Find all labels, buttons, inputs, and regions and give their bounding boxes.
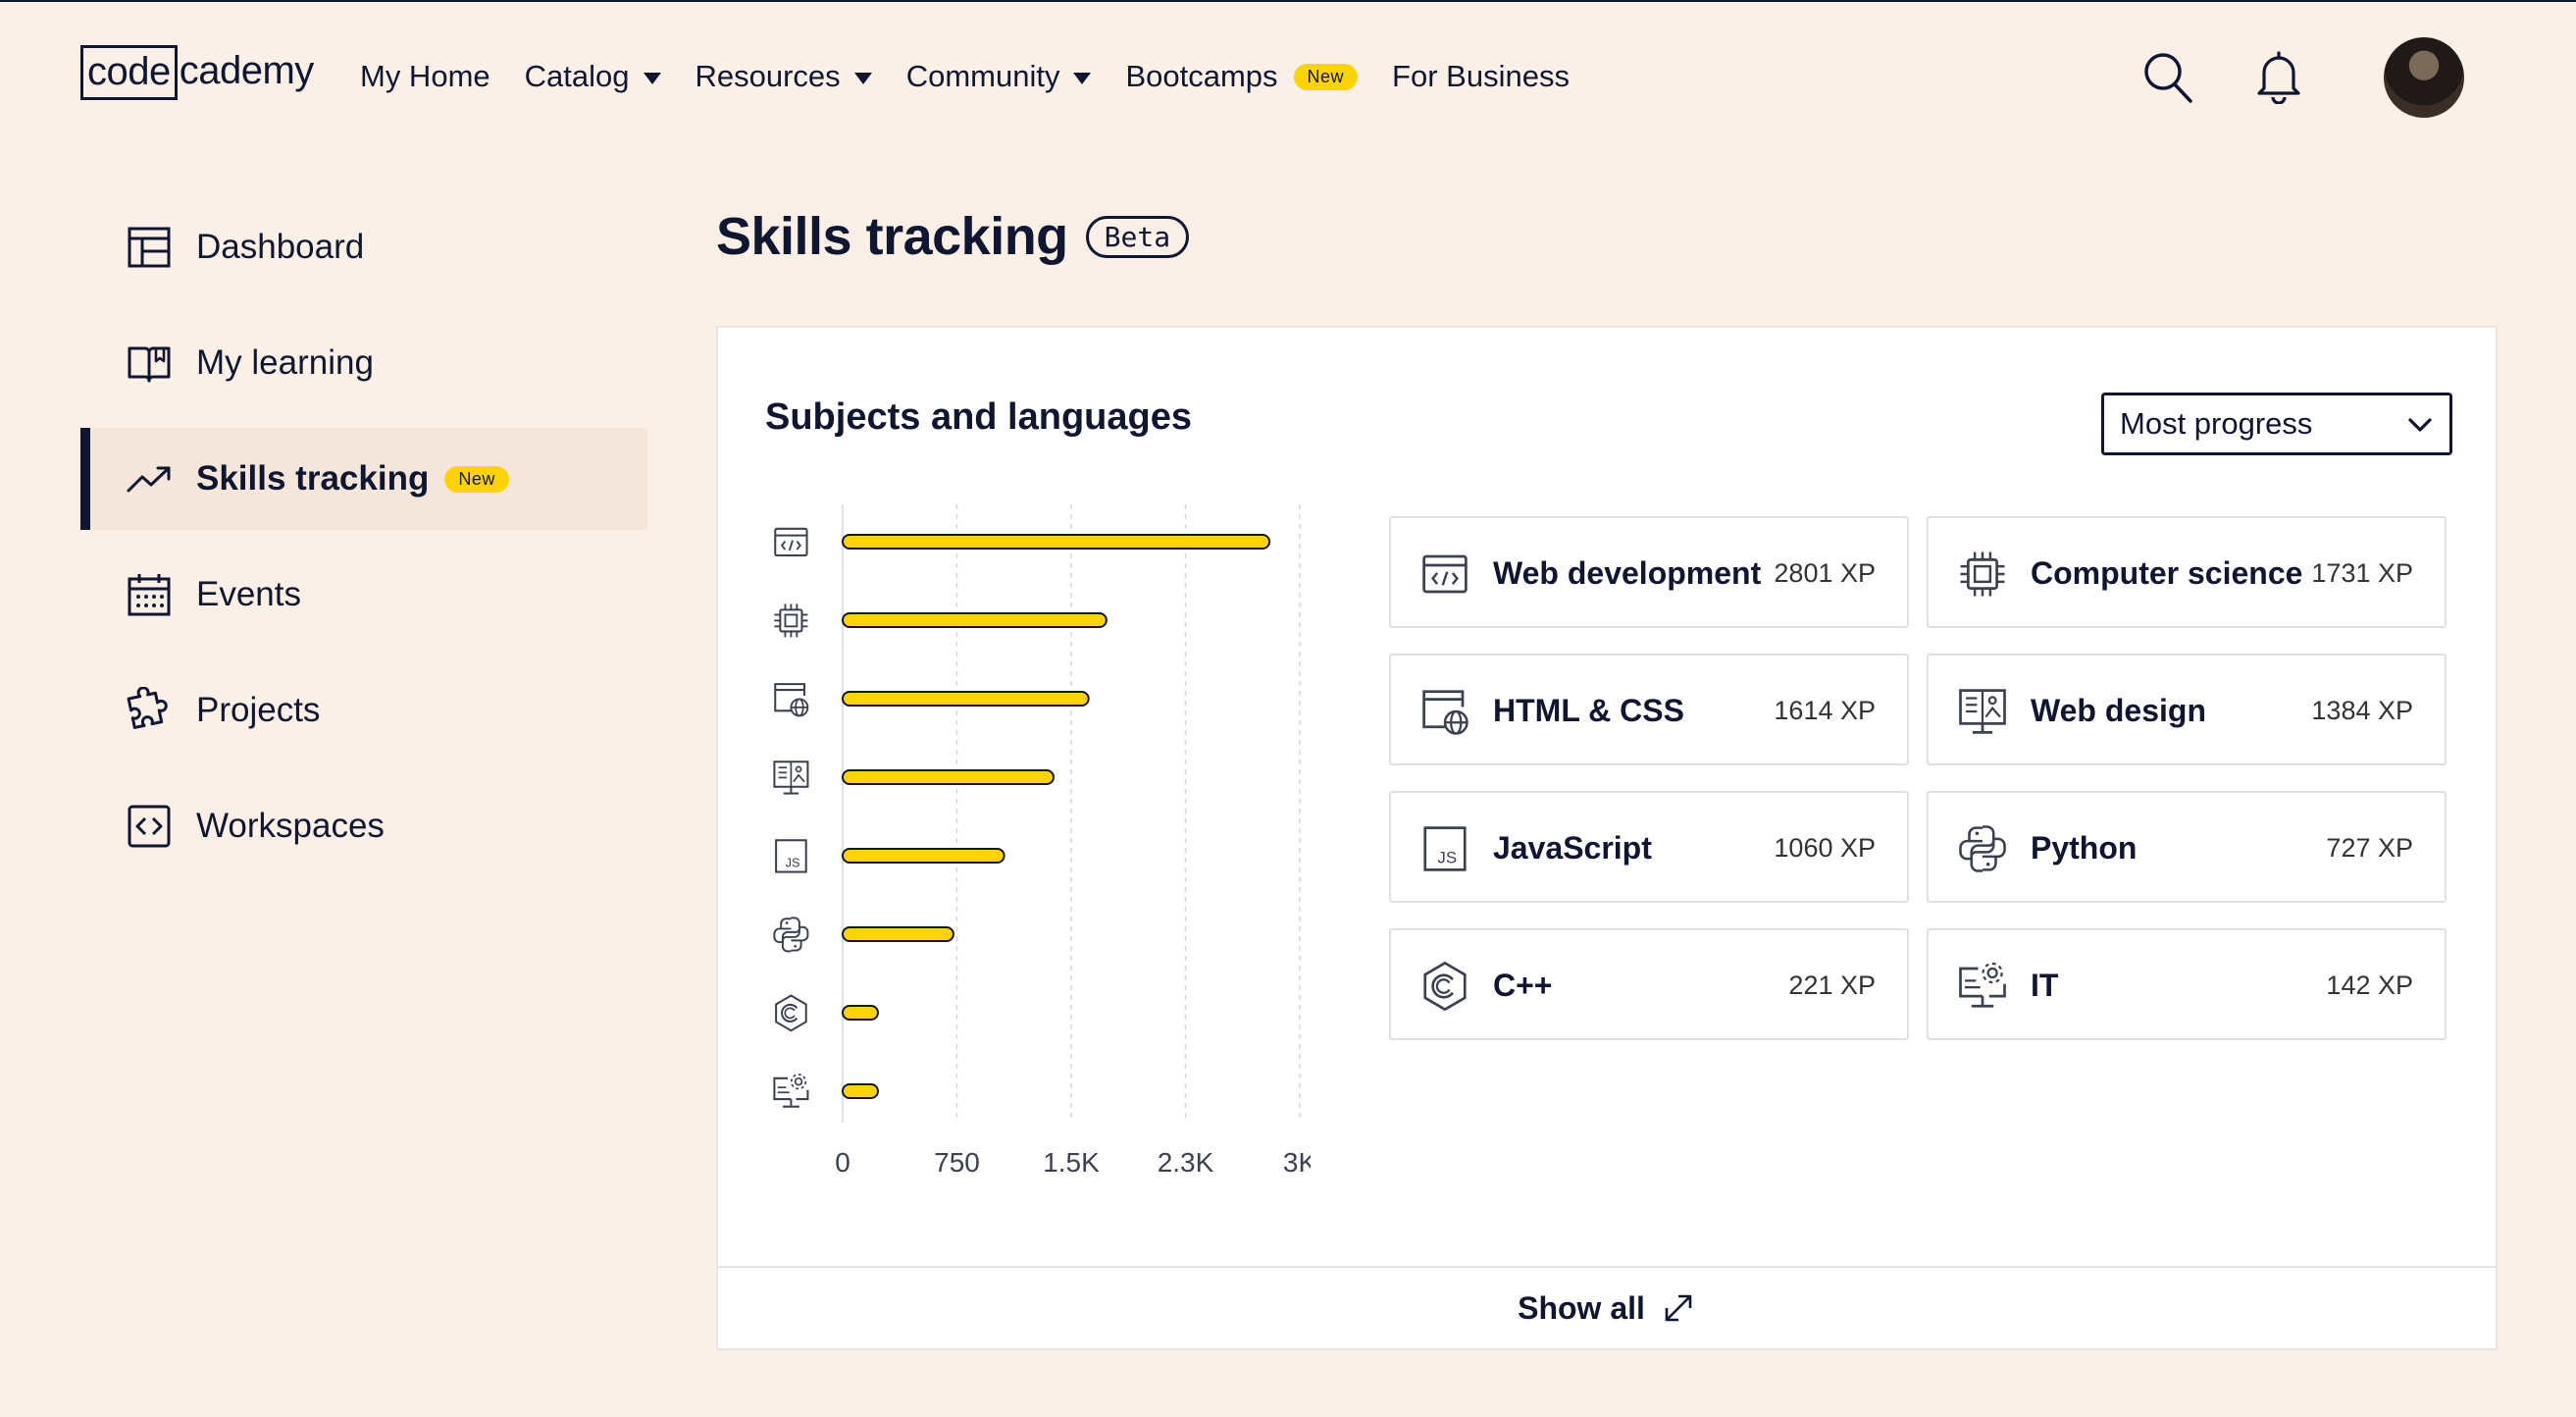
caret-down-icon [853, 73, 872, 84]
subject-name: Web development [1493, 555, 1762, 591]
x-tick-label: 1.5K [1043, 1147, 1100, 1178]
sidebar: Dashboard My learning Skills tracking Ne… [80, 196, 647, 891]
search-icon[interactable] [2142, 51, 2193, 104]
layout-icon [128, 227, 171, 268]
bar-cplusplus [842, 1005, 879, 1021]
subjects-card: Subjects and languages Most progress 0 75… [716, 326, 2498, 1350]
nav-resources[interactable]: Resources [696, 59, 872, 94]
browser-globe-icon [1422, 690, 1468, 735]
x-tick-label: 0 [835, 1147, 850, 1178]
browser-globe-icon [774, 683, 809, 717]
subject-tile[interactable]: Web design 1384 XP [1927, 654, 2447, 765]
main-nav: My Home Catalog Resources Community Boot… [360, 49, 1604, 104]
nav-bootcamps[interactable]: Bootcamps New [1125, 59, 1359, 94]
subject-xp: 1384 XP [2311, 696, 2413, 725]
python-icon [773, 917, 809, 953]
subject-tile[interactable]: JS JavaScript 1060 XP [1389, 791, 1909, 903]
x-tick-label: 2.3K [1158, 1147, 1214, 1178]
subject-name: Python [2031, 830, 2138, 866]
page-header: Skills tracking Beta [716, 206, 1190, 267]
subject-xp: 221 XP [1788, 971, 1876, 1000]
subject-tile[interactable]: C++ 221 XP [1389, 928, 1909, 1040]
subject-xp: 1614 XP [1774, 696, 1876, 725]
subject-name: HTML & CSS [1493, 693, 1684, 728]
subject-tile[interactable]: IT 142 XP [1927, 928, 2447, 1040]
codecademy-logo[interactable]: code cademy [80, 45, 314, 100]
beta-badge: Beta [1085, 215, 1190, 258]
js-icon: JS [775, 839, 807, 873]
subject-xp: 727 XP [2326, 833, 2413, 863]
code-brackets-icon [128, 805, 171, 848]
sidebar-item-my-learning[interactable]: My learning [80, 312, 647, 414]
monitor-gear-icon [1959, 962, 2006, 1008]
svg-text:JS: JS [1437, 849, 1457, 867]
calendar-icon [128, 574, 171, 616]
bar-monitor-gear [842, 1083, 879, 1099]
bar-cpu-chip [842, 612, 1108, 628]
caret-down-icon [643, 73, 661, 84]
subject-name: Computer science [2031, 555, 2303, 591]
xp-bar-chart: 0 750 1.5K 2.3K 3K JS [773, 504, 1311, 1178]
nav-for-business[interactable]: For Business [1392, 59, 1570, 94]
nav-catalog[interactable]: Catalog [525, 59, 661, 94]
bar-js [842, 848, 1005, 864]
caret-down-icon [1073, 73, 1092, 84]
x-tick-label: 750 [934, 1147, 980, 1178]
sidebar-item-workspaces[interactable]: Workspaces [80, 775, 647, 877]
subject-tile[interactable]: Python 727 XP [1927, 791, 2447, 903]
cplusplus-icon [775, 994, 807, 1032]
subject-xp: 2801 XP [1774, 558, 1876, 588]
sidebar-item-projects[interactable]: Projects [80, 659, 647, 761]
subject-xp: 142 XP [2326, 971, 2413, 1000]
sidebar-item-events[interactable]: Events [80, 544, 647, 646]
subject-tile[interactable]: Computer science 1731 XP [1927, 516, 2447, 628]
subject-name: C++ [1493, 968, 1553, 1003]
subject-tile[interactable]: Web development 2801 XP [1389, 516, 1909, 628]
subject-name: IT [2031, 968, 2059, 1003]
subject-tile[interactable]: HTML & CSS 1614 XP [1389, 654, 1909, 765]
new-badge: New [444, 465, 509, 493]
x-tick-label: 3K [1283, 1147, 1311, 1178]
code-window-icon [1422, 554, 1468, 594]
nav-community[interactable]: Community [906, 59, 1092, 94]
bar-code-window [842, 534, 1271, 550]
bell-icon[interactable] [2254, 49, 2303, 104]
subject-name: JavaScript [1493, 830, 1652, 866]
new-badge: New [1293, 63, 1359, 90]
trend-up-icon [127, 466, 171, 493]
card-title: Subjects and languages [765, 396, 1192, 438]
code-window-icon [774, 527, 808, 557]
top-navigation: code cademy My Home Catalog Resources Com… [0, 0, 2576, 157]
book-icon [128, 346, 171, 383]
nav-my-home[interactable]: My Home [360, 59, 490, 94]
puzzle-icon [127, 687, 168, 729]
python-icon [1959, 825, 2006, 872]
sidebar-item-skills-tracking[interactable]: Skills tracking New [80, 428, 647, 530]
chevron-down-icon [2408, 418, 2432, 432]
expand-arrow-icon [1665, 1294, 1692, 1322]
bar-python [842, 926, 954, 942]
monitor-design-icon [1959, 689, 2006, 734]
subject-xp: 1060 XP [1774, 833, 1876, 863]
js-icon: JS [1423, 826, 1467, 871]
sort-select[interactable]: Most progress [2101, 393, 2452, 455]
svg-text:JS: JS [786, 855, 800, 869]
cpu-chip-icon [1960, 551, 2005, 597]
bar-browser-globe [842, 691, 1090, 707]
cplusplus-icon [1423, 961, 1467, 1012]
sidebar-item-dashboard[interactable]: Dashboard [80, 196, 647, 298]
subject-xp: 1731 XP [2311, 558, 2413, 588]
show-all-button[interactable]: Show all [718, 1266, 2496, 1348]
bar-monitor-design [842, 769, 1055, 785]
monitor-gear-icon [773, 1074, 809, 1108]
cpu-chip-icon [774, 604, 808, 638]
page-title: Skills tracking [716, 207, 1068, 266]
user-avatar[interactable] [2384, 37, 2464, 118]
subject-name: Web design [2031, 693, 2206, 728]
monitor-design-icon [773, 761, 809, 795]
